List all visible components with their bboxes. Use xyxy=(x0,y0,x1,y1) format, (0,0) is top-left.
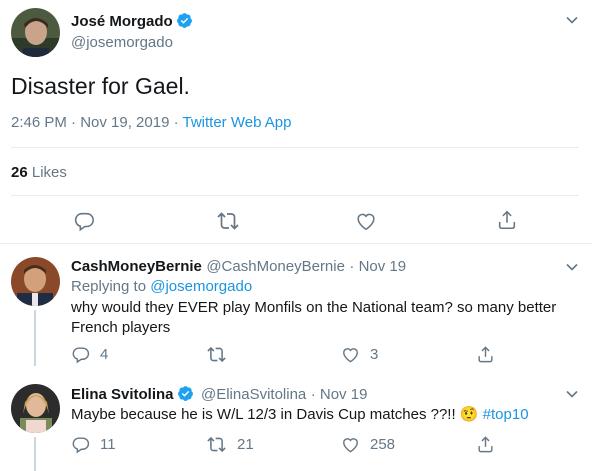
reply-avatar[interactable] xyxy=(11,384,60,433)
reply-date[interactable]: · Nov 19 xyxy=(349,258,406,275)
likes-count: 26 xyxy=(11,164,28,181)
replying-to-label: Replying to xyxy=(71,278,147,295)
reply-avatar-photo xyxy=(11,257,60,306)
like-icon xyxy=(343,348,358,363)
reply-icon[interactable] xyxy=(73,210,95,232)
tweet-source-link[interactable]: Twitter Web App xyxy=(183,114,292,131)
reply-count: 4 xyxy=(100,346,109,363)
meta-separator: · xyxy=(169,114,183,131)
reply-author-name[interactable]: CashMoneyBernie xyxy=(71,258,202,275)
reply-icon xyxy=(72,437,90,454)
hashtag-link[interactable]: #top10 xyxy=(483,406,529,423)
likes-label: Likes xyxy=(31,164,67,181)
reply-header: Elina Svitolina @ElinaSvitolina · Nov 19 xyxy=(71,385,367,404)
author-name[interactable]: José Morgado xyxy=(71,13,173,30)
author-photo xyxy=(11,8,60,57)
verified-badge-icon xyxy=(176,13,192,28)
share-icon[interactable] xyxy=(496,209,518,231)
reply-count: 11 xyxy=(100,436,116,453)
like-icon[interactable] xyxy=(355,210,377,232)
reply-date[interactable]: · Nov 19 xyxy=(311,386,368,403)
chevron-down-icon[interactable] xyxy=(565,387,579,401)
share-icon[interactable] xyxy=(476,435,495,454)
retweet-icon xyxy=(207,436,226,453)
author-avatar[interactable] xyxy=(11,8,60,57)
author-handle[interactable]: @josemorgado xyxy=(71,34,173,51)
chevron-down-icon[interactable] xyxy=(565,13,579,27)
divider xyxy=(11,195,579,196)
reply-header: CashMoneyBernie @CashMoneyBernie · Nov 1… xyxy=(71,258,406,276)
thread-line xyxy=(34,437,36,471)
likes-summary[interactable]: 26 Likes xyxy=(11,164,67,181)
like-icon xyxy=(343,438,358,453)
chevron-down-icon[interactable] xyxy=(565,260,579,274)
reply-author-name[interactable]: Elina Svitolina xyxy=(71,386,174,403)
reply-text-container: Maybe because he is W/L 12/3 in Davis Cu… xyxy=(71,405,571,425)
emoji: 🤨 xyxy=(459,406,479,423)
retweet-action[interactable] xyxy=(206,345,237,364)
replying-to: Replying to @josemorgado xyxy=(71,278,252,295)
reply-action[interactable]: 11 xyxy=(71,435,116,454)
tweet-meta: 2:46 PM · Nov 19, 2019 · Twitter Web App xyxy=(11,114,291,131)
reply-author-handle[interactable]: @CashMoneyBernie xyxy=(206,258,345,275)
like-count: 3 xyxy=(370,346,379,363)
reply-author-handle[interactable]: @ElinaSvitolina xyxy=(201,386,306,403)
retweet-icon[interactable] xyxy=(216,210,240,232)
verified-badge-icon xyxy=(177,386,193,401)
divider xyxy=(0,243,592,244)
tweet-text: Disaster for Gael. xyxy=(11,73,190,99)
replying-to-handle[interactable]: @josemorgado xyxy=(150,278,252,295)
divider xyxy=(11,147,579,148)
reply-icon xyxy=(72,347,90,364)
like-count: 258 xyxy=(370,436,396,453)
like-action[interactable]: 3 xyxy=(341,345,378,364)
reply-text: Maybe because he is W/L 12/3 in Davis Cu… xyxy=(71,406,460,423)
reply-text: why would they EVER play Monfils on the … xyxy=(71,299,557,336)
tweet-timestamp[interactable]: 2:46 PM · Nov 19, 2019 xyxy=(11,114,169,131)
reply-action[interactable]: 4 xyxy=(71,345,108,364)
reply-avatar-photo xyxy=(11,384,60,433)
retweet-count: 21 xyxy=(237,436,254,453)
share-icon[interactable] xyxy=(476,345,495,364)
thread-line xyxy=(34,310,36,366)
reply-avatar[interactable] xyxy=(11,257,60,306)
retweet-icon xyxy=(207,346,226,363)
retweet-action[interactable]: 21 xyxy=(206,435,254,454)
like-action[interactable]: 258 xyxy=(341,435,395,454)
